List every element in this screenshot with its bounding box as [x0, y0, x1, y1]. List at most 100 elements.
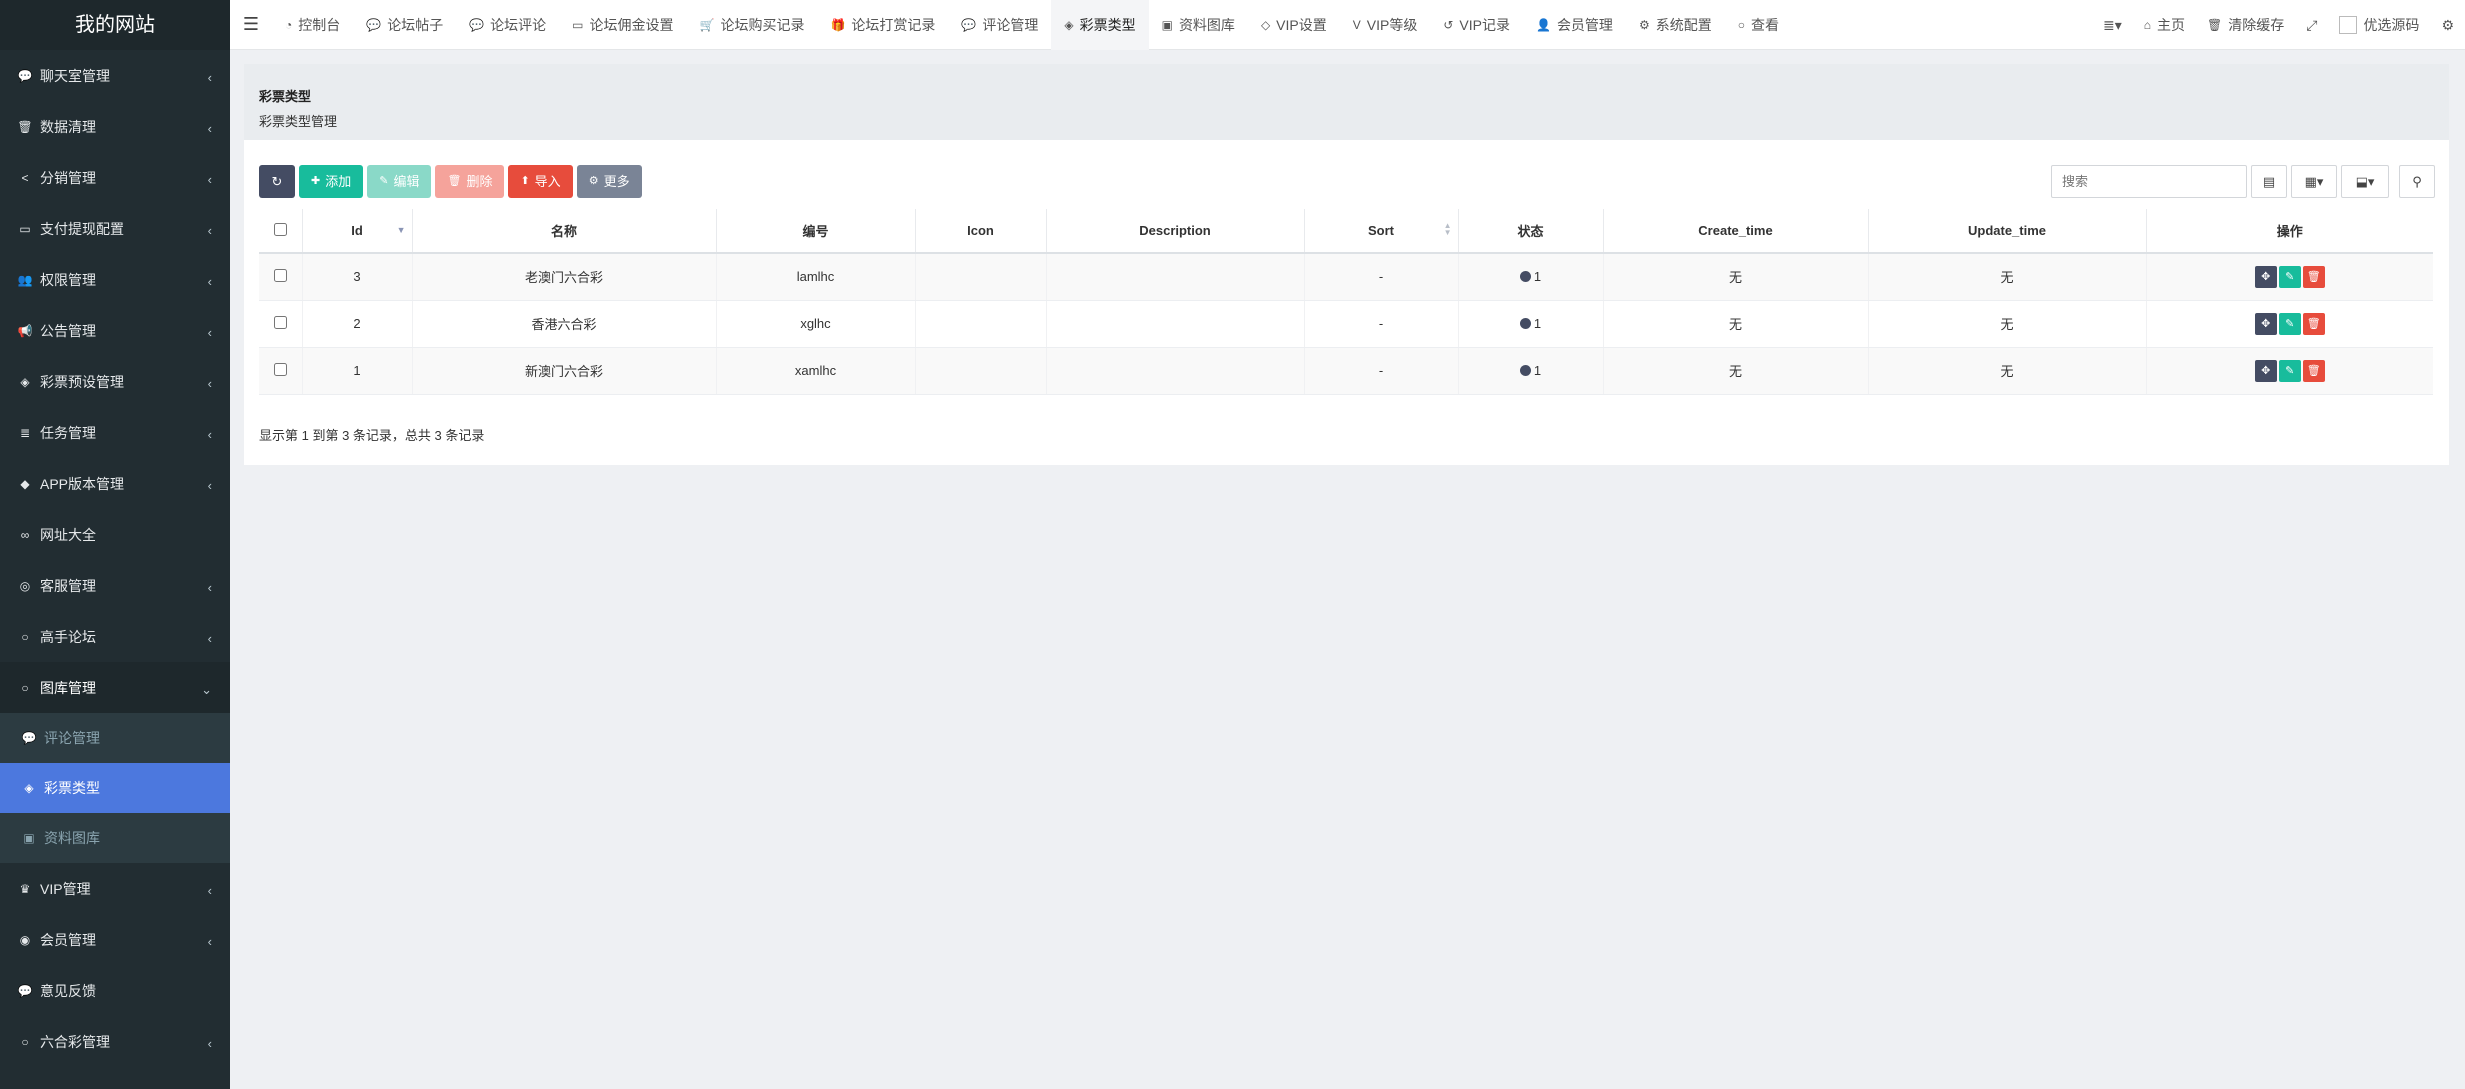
- nav-tab[interactable]: ◈ 彩票类型: [1051, 0, 1149, 50]
- nav-tab[interactable]: V VIP等级: [1340, 0, 1431, 50]
- import-button[interactable]: ⬆ 导入: [508, 165, 573, 198]
- search-input[interactable]: [2051, 165, 2247, 198]
- add-label: 添加: [325, 174, 352, 189]
- columns-dropdown-icon[interactable]: ▦▾: [2291, 165, 2337, 198]
- nav-tab-label: 论坛评论: [490, 16, 547, 33]
- sidebar-item[interactable]: 📢 公告管理 ‹: [0, 305, 230, 356]
- nav-tab[interactable]: ▣ 资料图库: [1149, 0, 1248, 50]
- nav-tab[interactable]: 🛒 论坛购买记录: [687, 0, 818, 50]
- col-actions-label: 操作: [2276, 224, 2303, 239]
- trash-icon: 🗑: [447, 175, 462, 187]
- nav-tab[interactable]: ↺ VIP记录: [1430, 0, 1523, 50]
- more-button[interactable]: ⚙ 更多: [576, 165, 642, 198]
- chevron-left-icon: ‹: [207, 1036, 212, 1051]
- user-menu[interactable]: 优选源码: [2328, 0, 2430, 50]
- edit-pencil-icon[interactable]: ✎: [2278, 359, 2301, 382]
- nav-tab[interactable]: 👤 会员管理: [1523, 0, 1626, 50]
- cell-actions: ✥ ✎ 🗑: [2146, 347, 2433, 395]
- fullscreen-icon[interactable]: ⤢: [2295, 0, 2328, 50]
- plus-icon: ✚: [311, 175, 321, 187]
- sidebar-item-label: 意见反馈: [40, 982, 96, 999]
- nav-tab[interactable]: ◔ 控制台: [272, 0, 353, 50]
- main-panel: 彩票类型 彩票类型管理 ↻ ✚ 添加 ✎ 编辑 🗑 删除 ⬆ 导入 ⚙ 更多 ▤ ▦▾ ⬓…: [244, 64, 2449, 465]
- cell-name: 香港六合彩: [412, 300, 717, 348]
- chevron-left-icon: ‹: [207, 325, 212, 340]
- delete-trash-icon[interactable]: 🗑: [2302, 312, 2325, 335]
- sidebar-toggle-icon[interactable]: ☰: [230, 14, 272, 35]
- sidebar-subitem[interactable]: 💬 评论管理: [0, 713, 230, 763]
- table-row[interactable]: 1 新澳门六合彩 xamlhc -1 无无 ✥ ✎ 🗑: [259, 347, 2433, 395]
- select-all-cell: [259, 209, 303, 254]
- row-checkbox[interactable]: [273, 315, 287, 329]
- nav-tab-label: 资料图库: [1178, 16, 1235, 33]
- nav-tab[interactable]: ▭ 论坛佣金设置: [559, 0, 686, 50]
- nav-tab[interactable]: 🎁 论坛打赏记录: [817, 0, 948, 50]
- sidebar-item[interactable]: ◎ 客服管理 ‹: [0, 560, 230, 611]
- sidebar-item[interactable]: 💬 意见反馈: [0, 965, 230, 1016]
- cell-code: xamlhc: [716, 347, 916, 395]
- gift-icon: 🎁: [830, 17, 846, 32]
- row-select-cell: [259, 347, 303, 395]
- search-icon[interactable]: ⚲: [2399, 165, 2435, 198]
- delete-trash-icon[interactable]: 🗑: [2302, 265, 2325, 288]
- nav-tab[interactable]: ◇ VIP设置: [1248, 0, 1340, 50]
- sidebar-item[interactable]: ◈ 彩票预设管理 ‹: [0, 356, 230, 407]
- drag-move-icon[interactable]: ✥: [2254, 359, 2277, 382]
- edit-pencil-icon[interactable]: ✎: [2278, 265, 2301, 288]
- sidebar-item[interactable]: ○ 图库管理 ⌄: [0, 662, 230, 713]
- sidebar-item-label: 六合彩管理: [40, 1033, 110, 1050]
- chevron-left-icon: ‹: [207, 70, 212, 85]
- home-link[interactable]: ⌂ 主页: [2133, 0, 2196, 50]
- sidebar-item[interactable]: 💬 聊天室管理 ‹: [0, 50, 230, 101]
- sidebar-item[interactable]: < 分销管理 ‹: [0, 152, 230, 203]
- nav-tab[interactable]: ⚙ 系统配置: [1626, 0, 1725, 50]
- sidebar-item[interactable]: ◉ 会员管理 ‹: [0, 914, 230, 965]
- delete-button[interactable]: 🗑 删除: [435, 165, 505, 198]
- data-table: Id ▼ 名称 编号 Icon Description Sort ▲ ▼ 状态 Cre…: [259, 209, 2433, 395]
- col-sort[interactable]: Sort ▲ ▼: [1304, 209, 1459, 254]
- sidebar-item-label: 任务管理: [40, 424, 96, 441]
- nav-tab[interactable]: 💬 论坛评论: [456, 0, 559, 50]
- chevron-left-icon: ‹: [207, 223, 212, 238]
- menu-dropdown-icon[interactable]: ≣▾: [2092, 0, 2133, 50]
- cell-create-time: 无: [1603, 253, 1869, 301]
- nav-tab[interactable]: 💬 评论管理: [948, 0, 1051, 50]
- sidebar-item[interactable]: ∞ 网址大全: [0, 509, 230, 560]
- sidebar-subitem[interactable]: ◈ 彩票类型: [0, 763, 230, 813]
- table-row[interactable]: 2 香港六合彩 xglhc -1 无无 ✥ ✎ 🗑: [259, 300, 2433, 348]
- add-button[interactable]: ✚ 添加: [299, 165, 364, 198]
- edit-button[interactable]: ✎ 编辑: [367, 165, 432, 198]
- sidebar-item[interactable]: 👥 权限管理 ‹: [0, 254, 230, 305]
- sidebar-subitem[interactable]: ▣ 资料图库: [0, 813, 230, 863]
- drag-move-icon[interactable]: ✥: [2254, 265, 2277, 288]
- nav-tab[interactable]: 💬 论坛帖子: [353, 0, 456, 50]
- edit-pencil-icon[interactable]: ✎: [2278, 312, 2301, 335]
- col-status-label: 状态: [1517, 224, 1544, 239]
- sidebar-item[interactable]: ▭ 支付提现配置 ‹: [0, 203, 230, 254]
- refresh-button[interactable]: ↻: [259, 165, 295, 198]
- image-icon: ▣: [23, 831, 35, 845]
- drag-move-icon[interactable]: ✥: [2254, 312, 2277, 335]
- delete-trash-icon[interactable]: 🗑: [2302, 359, 2325, 382]
- sidebar-item[interactable]: ○ 高手论坛 ‹: [0, 611, 230, 662]
- clear-cache-link[interactable]: 🗑 清除缓存: [2196, 0, 2295, 50]
- row-select-cell: [259, 300, 303, 348]
- col-id[interactable]: Id ▼: [302, 209, 413, 254]
- sidebar-item[interactable]: 🗑 数据清理 ‹: [0, 101, 230, 152]
- table-row[interactable]: 3 老澳门六合彩 lamlhc -1 无无 ✥ ✎ 🗑: [259, 253, 2433, 301]
- sidebar-item[interactable]: ○ 六合彩管理 ‹: [0, 1016, 230, 1067]
- nav-tab[interactable]: ○ 查看: [1725, 0, 1792, 50]
- sidebar-item[interactable]: ◆ APP版本管理 ‹: [0, 458, 230, 509]
- vip-icon: ♛: [19, 881, 31, 896]
- sidebar-item[interactable]: ≣ 任务管理 ‹: [0, 407, 230, 458]
- row-checkbox[interactable]: [273, 268, 287, 282]
- table-body: 3 老澳门六合彩 lamlhc -1 无无 ✥ ✎ 🗑 2 香港六合彩 xglhc -1 无无 ✥ ✎ 🗑 1 新…: [259, 253, 2433, 395]
- export-dropdown-icon[interactable]: ⬓▾: [2341, 165, 2389, 198]
- row-checkbox[interactable]: [273, 362, 287, 376]
- sidebar-item[interactable]: ♛ VIP管理 ‹: [0, 863, 230, 914]
- site-logo[interactable]: 我的网站: [0, 0, 230, 50]
- toggle-view-icon[interactable]: ▤: [2251, 165, 2287, 198]
- select-all-checkbox[interactable]: [273, 222, 287, 236]
- chevron-left-icon: ‹: [207, 478, 212, 493]
- settings-icon[interactable]: ⚙: [2430, 0, 2465, 50]
